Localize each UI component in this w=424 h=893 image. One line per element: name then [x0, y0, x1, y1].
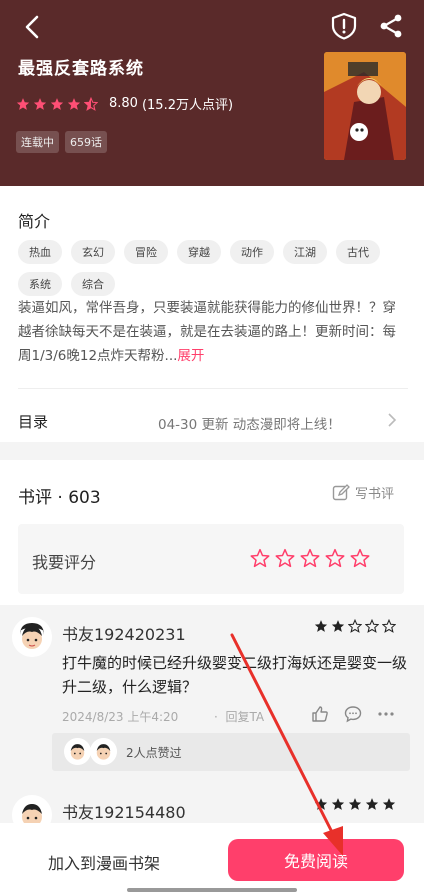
review-item: 书友192420231 打牛魔的时候已经升级婴变二级打海妖还是婴变一级升二级，什… [0, 605, 424, 785]
likes-summary[interactable]: 2人点赞过 [52, 733, 410, 771]
share-icon[interactable] [378, 13, 404, 39]
review-text[interactable]: 打牛魔的时候已经升级婴变二级打海妖还是婴变一级升二级，什么逻辑？ [62, 651, 412, 699]
comic-title: 最强反套路系统 [18, 59, 144, 79]
genre-tag[interactable]: 系统 [18, 272, 62, 296]
read-free-label: 免费阅读 [283, 852, 348, 871]
genre-tag[interactable]: 动作 [230, 240, 274, 264]
review-username[interactable]: 书友192154480 [62, 799, 186, 823]
add-to-shelf-button[interactable]: 加入到漫画书架 [48, 850, 160, 874]
genre-tag[interactable]: 热血 [18, 240, 62, 264]
star-full-icon [331, 798, 345, 810]
rate-box: 我要评分 [18, 524, 404, 594]
review-actions [311, 705, 410, 723]
star-full-icon [67, 97, 81, 110]
rating-count: (15.2万人点评) [141, 98, 234, 113]
expand-link[interactable]: 展开 [177, 348, 204, 364]
dot-separator: · [214, 710, 226, 724]
more-icon[interactable] [377, 705, 395, 723]
user-avatar-icon [64, 738, 91, 765]
review-stars [314, 797, 399, 811]
star-outline-icon[interactable] [275, 548, 295, 568]
summary-body: 装逼如风，常伴吾身，只要装逼就能获得能力的修仙世界！？穿越者徐缺每天不是在装逼，… [18, 300, 396, 364]
star-full-icon [33, 97, 47, 110]
genre-tag[interactable]: 穿越 [177, 240, 221, 264]
episode-count-badge: 659话 [65, 131, 107, 153]
summary-text: 装逼如风，常伴吾身，只要装逼就能获得能力的修仙世界！？穿越者徐缺每天不是在装逼，… [18, 296, 408, 368]
star-outline-icon [365, 619, 379, 633]
star-full-icon [50, 97, 64, 110]
star-outline-icon[interactable] [300, 548, 320, 568]
star-full-icon [348, 798, 362, 810]
star-half-icon [84, 96, 98, 111]
detail-header: 最强反套路系统 8.80 (15.2万人点评) 连载中 659话 [0, 0, 424, 186]
thumbs-up-icon[interactable] [311, 705, 329, 723]
back-arrow-icon[interactable] [18, 12, 48, 42]
chevron-right-icon[interactable] [386, 411, 398, 429]
divider [18, 388, 408, 389]
genre-tags: 热血 玄幻 冒险 穿越 动作 江湖 古代 系统 综合 [18, 240, 408, 304]
star-outline-icon[interactable] [250, 548, 270, 568]
avatar[interactable] [12, 617, 52, 657]
toc-label[interactable]: 目录 [18, 411, 48, 432]
write-review-label: 写书评 [355, 487, 395, 502]
cover-art [324, 52, 406, 160]
edit-icon [332, 483, 350, 500]
genre-tag[interactable]: 冒险 [124, 240, 168, 264]
rating-row: 8.80 (15.2万人点评) [16, 94, 233, 113]
serial-status-badge: 连载中 [16, 131, 59, 153]
write-review-button[interactable]: 写书评 [332, 483, 394, 502]
user-avatar-icon [12, 617, 52, 657]
review-date: 2024/8/23 上午4:20 [62, 710, 179, 724]
read-free-button[interactable]: 免费阅读 [228, 839, 404, 881]
reviews-title: 书评 · 603 [18, 488, 101, 508]
cover-image[interactable] [324, 52, 406, 160]
genre-tag[interactable]: 江湖 [283, 240, 327, 264]
report-shield-icon[interactable] [330, 12, 358, 40]
genre-tag[interactable]: 古代 [336, 240, 380, 264]
genre-tag[interactable]: 玄幻 [71, 240, 115, 264]
star-outline-icon [382, 619, 396, 633]
star-full-icon [314, 798, 328, 810]
review-item: 书友192154480 [0, 785, 424, 835]
review-stars [314, 619, 399, 633]
star-outline-icon[interactable] [350, 548, 370, 568]
genre-tag[interactable]: 综合 [71, 272, 115, 296]
reply-label: 回复TA [225, 710, 265, 724]
comment-icon[interactable] [344, 705, 362, 723]
star-full-icon [16, 97, 30, 110]
star-full-icon [331, 620, 345, 632]
liker-avatar [90, 738, 117, 765]
reply-link[interactable]: · 回复TA [214, 708, 264, 725]
status-tags: 连载中 659话 [16, 131, 113, 153]
rate-label: 我要评分 [32, 553, 97, 572]
star-full-icon [382, 798, 396, 810]
star-full-icon [365, 798, 379, 810]
bottom-action-bar: 加入到漫画书架 免费阅读 [0, 823, 424, 893]
star-outline-icon[interactable] [325, 548, 345, 568]
rate-stars[interactable] [250, 548, 375, 568]
toc-update-info[interactable]: 04-30 更新 动态漫即将上线！ [158, 413, 341, 433]
intro-title: 简介 [18, 212, 51, 231]
review-username[interactable]: 书友192420231 [62, 621, 186, 645]
rating-value: 8.80 [109, 96, 138, 111]
rating-stars [16, 96, 101, 111]
likes-count: 2人点赞过 [126, 746, 182, 760]
home-indicator [127, 888, 297, 892]
star-full-icon [314, 620, 328, 632]
star-outline-icon [348, 619, 362, 633]
user-avatar-icon [90, 738, 117, 765]
liker-avatar [64, 738, 91, 765]
